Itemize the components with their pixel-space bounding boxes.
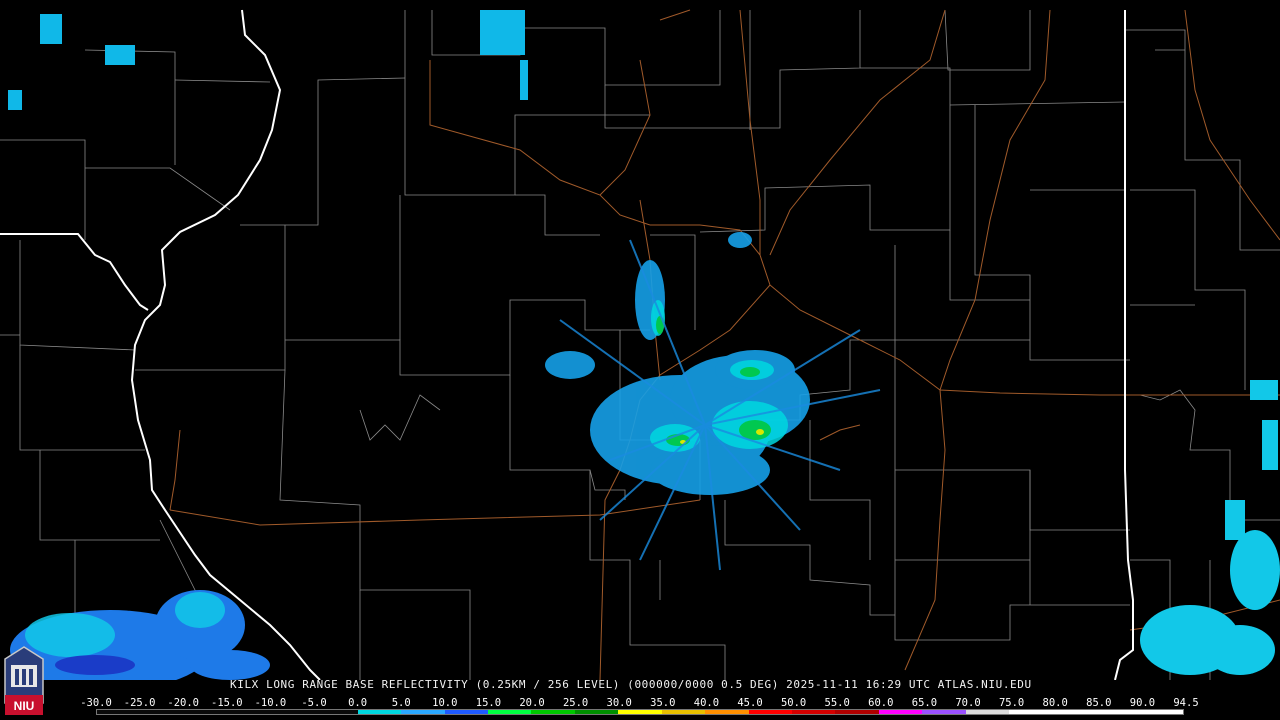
colorbar-segment bbox=[531, 710, 575, 714]
logo-text: NIU bbox=[14, 699, 35, 713]
scale-label: 30.0 bbox=[606, 697, 632, 709]
colorbar-segment bbox=[270, 710, 315, 714]
scale-label: -10.0 bbox=[254, 697, 287, 709]
colorbar-segment bbox=[574, 710, 619, 714]
scale-label: 25.0 bbox=[562, 697, 589, 709]
scale-label: 94.5 bbox=[1173, 697, 1199, 709]
scale-label: 70.0 bbox=[955, 697, 981, 709]
scale-label: 50.0 bbox=[780, 697, 807, 709]
colorbar-segment bbox=[1052, 710, 1097, 714]
scale-label: 75.0 bbox=[998, 697, 1025, 709]
colorbar-segment bbox=[314, 710, 358, 714]
colorbar-segment bbox=[140, 710, 184, 714]
colorbar-segment bbox=[227, 710, 271, 714]
niu-seal-icon: NIU bbox=[4, 646, 44, 715]
colorbar-segment bbox=[401, 710, 445, 714]
scale-label: 80.0 bbox=[1042, 697, 1068, 709]
scale-label: 40.0 bbox=[693, 697, 720, 709]
scale-label: 15.0 bbox=[475, 697, 502, 709]
colorbar-segment bbox=[792, 710, 836, 714]
scale-label: 85.0 bbox=[1086, 697, 1112, 709]
colorbar-segment bbox=[835, 710, 879, 714]
scale-label: 10.0 bbox=[432, 697, 458, 709]
colorbar-segment bbox=[661, 710, 706, 714]
colorbar-segment bbox=[922, 710, 966, 714]
scale-label: 65.0 bbox=[911, 697, 938, 709]
colorbar-segment bbox=[965, 710, 1010, 714]
scale-label: -30.0 bbox=[80, 697, 112, 709]
colorbar-segment bbox=[1096, 710, 1140, 714]
scale-label: -20.0 bbox=[167, 697, 199, 709]
product-title: KILX LONG RANGE BASE REFLECTIVITY (0.25K… bbox=[230, 678, 1032, 691]
scale-label: 5.0 bbox=[391, 697, 411, 709]
radar-map bbox=[0, 0, 1280, 680]
scale-label: 90.0 bbox=[1129, 697, 1156, 709]
reflectivity-colorbar bbox=[96, 709, 1184, 715]
colorbar-segment bbox=[97, 710, 141, 714]
scale-label: -25.0 bbox=[123, 697, 156, 709]
scale-label: 55.0 bbox=[824, 697, 850, 709]
colorbar-segment bbox=[487, 710, 532, 714]
colorbar-segment bbox=[183, 710, 228, 714]
scale-label: 35.0 bbox=[650, 697, 676, 709]
scale-labels: -30.0 -25.0 -20.0 -15.0 -10.0 -5.0 0.0 5.0 10.0 1… bbox=[80, 697, 1198, 709]
colorbar-segment bbox=[1009, 710, 1053, 714]
colorbar-segment bbox=[878, 710, 923, 714]
scale-label: 45.0 bbox=[737, 697, 763, 709]
colorbar-segment bbox=[618, 710, 662, 714]
colorbar-segment bbox=[444, 710, 488, 714]
scale-label: -15.0 bbox=[210, 697, 243, 709]
colorbar-segment bbox=[357, 710, 402, 714]
scale-label: 60.0 bbox=[868, 697, 894, 709]
colorbar-segment bbox=[705, 710, 749, 714]
scale-label: -5.0 bbox=[301, 697, 327, 709]
scale-label: 20.0 bbox=[519, 697, 545, 709]
colorbar-segment bbox=[748, 710, 792, 714]
colorbar-segment bbox=[1139, 710, 1183, 714]
scale-label: 0.0 bbox=[348, 697, 368, 709]
